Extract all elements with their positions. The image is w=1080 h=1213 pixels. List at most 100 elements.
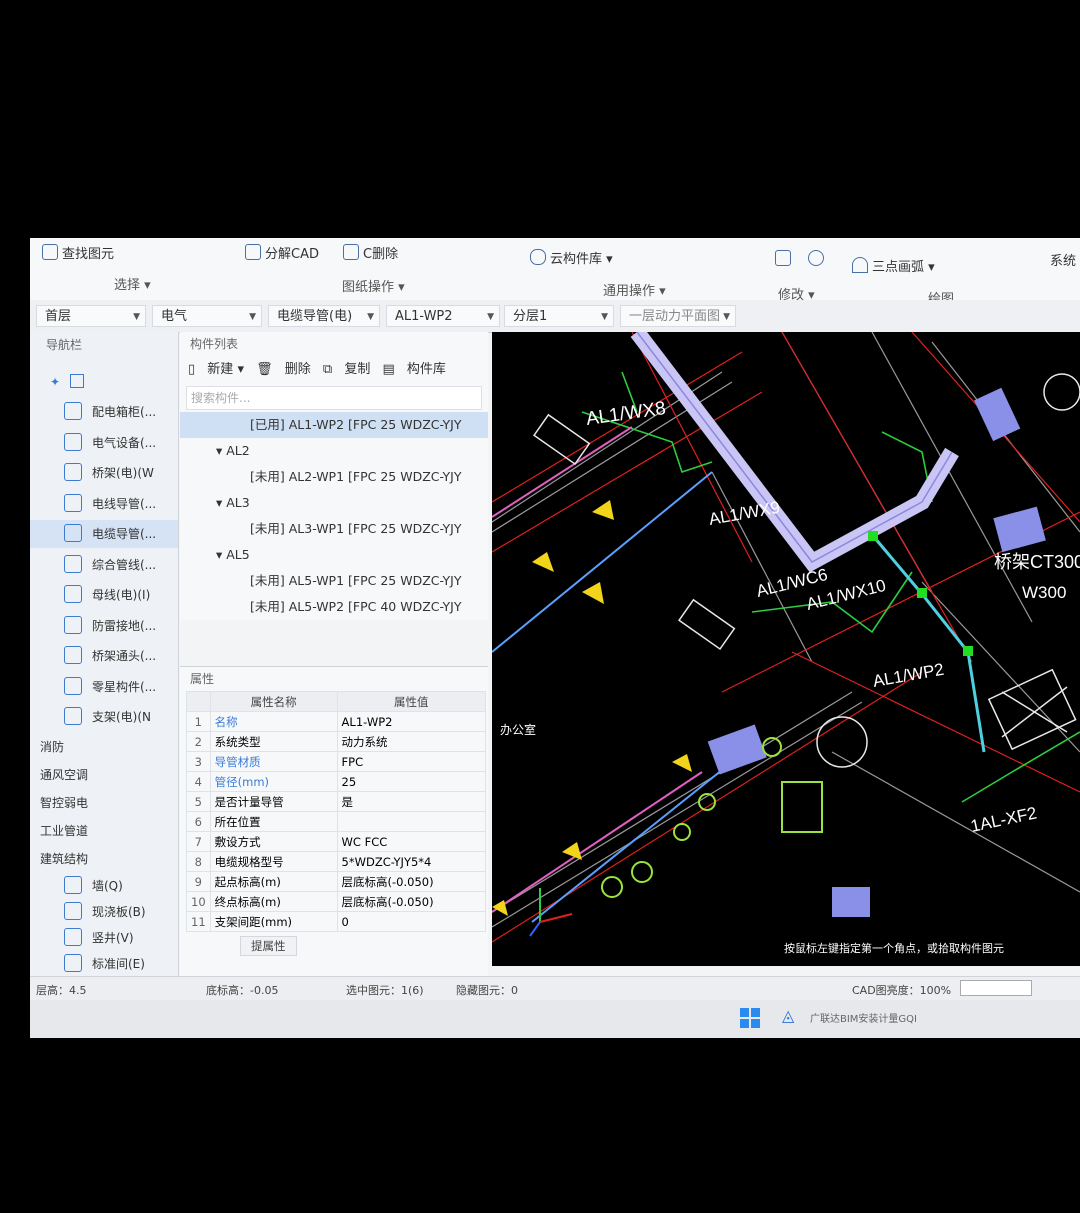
app-taskbar-icon[interactable]: ◬: [782, 1006, 794, 1025]
property-value[interactable]: [336, 811, 487, 832]
sidebar-subitem[interactable]: 标准间(E): [30, 950, 178, 978]
tree-group[interactable]: ▾ AL3: [180, 490, 488, 516]
property-row[interactable]: 1 名称 AL1-WP2: [186, 711, 487, 732]
nav-category[interactable]: 工业管道: [30, 818, 178, 844]
plan-select[interactable]: 一层动力平面图 ▼: [620, 305, 736, 327]
tree-group[interactable]: ▾ AL5: [180, 542, 488, 568]
chevron-down-icon: ▼: [367, 312, 374, 322]
property-value[interactable]: 层底标高(-0.050): [336, 871, 487, 892]
property-value[interactable]: WC FCC: [336, 831, 487, 852]
tree-item[interactable]: [未用] AL5-WP1 [FPC 25 WDZC-YJY: [180, 568, 488, 594]
library-button[interactable]: ▤ 构件库: [383, 362, 446, 377]
sidebar-item[interactable]: 综合管线(...: [30, 551, 178, 579]
component-type-icon: [64, 524, 82, 542]
selected-conduit-al1-wp2[interactable]: [872, 536, 986, 753]
sidebar-item[interactable]: 电气设备(...: [30, 429, 178, 457]
sidebar-item[interactable]: 母线(电)(I): [30, 581, 178, 609]
floor-select[interactable]: 首层 ▼: [36, 305, 146, 327]
c-delete-button[interactable]: C删除: [343, 243, 398, 262]
expand-arrow-icon[interactable]: ▾: [216, 547, 226, 562]
component-type-select[interactable]: 电缆导管(电) ▼: [268, 305, 380, 327]
property-name: 起点标高(m): [209, 871, 338, 892]
decompose-cad-button[interactable]: 分解CAD: [245, 243, 319, 262]
chevron-down-icon: ▼: [249, 312, 256, 322]
sidebar-item[interactable]: 零星构件(...: [30, 673, 178, 701]
sidebar-item[interactable]: 桥架通头(...: [30, 642, 178, 670]
rotate-icon-button[interactable]: [808, 250, 828, 268]
grip-point[interactable]: [917, 588, 927, 598]
property-row[interactable]: 10 终点标高(m) 层底标高(-0.050): [186, 891, 487, 912]
property-name: 电缆规格型号: [209, 851, 338, 872]
expand-arrow-icon[interactable]: ▾: [216, 443, 226, 458]
three-point-arc-button[interactable]: 三点画弧 ▾: [852, 256, 935, 275]
new-button[interactable]: ▯ 新建 ▾: [188, 362, 244, 377]
taskbar-app-label[interactable]: 广联达BIM安装计量GQI: [810, 1010, 917, 1025]
sidebar-subitem[interactable]: 竖井(V): [30, 924, 178, 952]
component-search-input[interactable]: 搜索构件...: [186, 386, 482, 410]
property-row[interactable]: 2 系统类型 动力系统: [186, 731, 487, 752]
drawing-ops-group[interactable]: 图纸操作 ▾: [342, 276, 405, 295]
extract-properties-button[interactable]: 提属性: [240, 936, 297, 956]
brightness-slider[interactable]: [960, 980, 1032, 996]
property-value[interactable]: FPC: [336, 751, 487, 772]
property-value[interactable]: 0: [336, 911, 487, 932]
grip-point[interactable]: [963, 646, 973, 656]
layer-select[interactable]: 分层1 ▼: [504, 305, 614, 327]
copy-button[interactable]: ⧉ 复制: [323, 362, 370, 377]
sidebar-item[interactable]: 支架(电)(N: [30, 703, 178, 731]
decompose-icon: [245, 244, 261, 260]
sidebar-subitem-label: 现浇板(B): [92, 905, 146, 919]
property-row[interactable]: 7 敷设方式 WC FCC: [186, 831, 487, 852]
pin-icon[interactable]: ✦: [50, 375, 60, 389]
property-row[interactable]: 4 管径(mm) 25: [186, 771, 487, 792]
delete-button[interactable]: 🗑 删除: [256, 362, 311, 377]
col-value-header: 属性值: [336, 691, 487, 712]
nav-category[interactable]: 建筑结构: [30, 846, 178, 872]
property-row[interactable]: 3 导管材质 FPC: [186, 751, 487, 772]
property-value[interactable]: AL1-WP2: [336, 711, 487, 732]
sidebar-item[interactable]: 电缆导管(...: [30, 520, 178, 548]
cad-drawing[interactable]: AL1/WX8 AL1/WX9 AL1/WC6 AL1/WX10 AL1/WP2…: [491, 327, 1080, 966]
system-button[interactable]: 系统: [1050, 250, 1076, 269]
grip-point[interactable]: [868, 531, 878, 541]
property-row[interactable]: 8 电缆规格型号 5*WDZC-YJY5*4: [186, 851, 487, 872]
delete-icon-button[interactable]: [775, 250, 795, 268]
component-select[interactable]: AL1-WP2 ▼: [386, 305, 500, 327]
property-value[interactable]: 是: [336, 791, 487, 812]
sidebar-item[interactable]: 配电箱柜(...: [30, 398, 178, 426]
cad-canvas[interactable]: AL1/WX8 AL1/WX9 AL1/WC6 AL1/WX10 AL1/WP2…: [491, 327, 1080, 966]
windows-start-icon[interactable]: [740, 1008, 760, 1028]
tree-item[interactable]: [未用] AL5-WP2 [FPC 40 WDZC-YJY: [180, 594, 488, 620]
property-value[interactable]: 层底标高(-0.050): [336, 891, 487, 912]
sidebar-item-label: 桥架通头(...: [92, 649, 157, 663]
expand-arrow-icon[interactable]: ▾: [216, 495, 226, 510]
sidebar-subitem[interactable]: 现浇板(B): [30, 898, 178, 926]
tree-group[interactable]: ▾ AL2: [180, 438, 488, 464]
sidebar-item[interactable]: 电线导管(...: [30, 490, 178, 518]
nav-category[interactable]: 消防: [30, 734, 178, 760]
tree-item[interactable]: [已用] AL1-WP2 [FPC 25 WDZC-YJY: [180, 412, 488, 438]
property-row[interactable]: 5 是否计量导管是: [186, 791, 487, 812]
sidebar-subitem[interactable]: 墙(Q): [30, 872, 178, 900]
sidebar-item-label: 电缆导管(...: [92, 527, 157, 541]
property-row[interactable]: 9 起点标高(m) 层底标高(-0.050): [186, 871, 487, 892]
structure-icon: [64, 954, 82, 972]
property-row[interactable]: 6 所在位置: [186, 811, 487, 832]
tree-item[interactable]: [未用] AL2-WP1 [FPC 25 WDZC-YJY: [180, 464, 488, 490]
cable-tray[interactable]: [630, 327, 959, 573]
cloud-library-button[interactable]: 云构件库 ▾: [530, 248, 613, 267]
property-value[interactable]: 5*WDZC-YJY5*4: [336, 851, 487, 872]
sidebar-item[interactable]: 防雷接地(...: [30, 612, 178, 640]
general-ops-group[interactable]: 通用操作 ▾: [603, 280, 666, 299]
nav-category[interactable]: 通风空调: [30, 762, 178, 788]
edit-icon[interactable]: [70, 374, 85, 388]
property-value[interactable]: 25: [336, 771, 487, 792]
nav-category[interactable]: 智控弱电: [30, 790, 178, 816]
find-element-button[interactable]: 查找图元: [42, 243, 114, 262]
sidebar-item[interactable]: 桥架(电)(W: [30, 459, 178, 487]
property-value[interactable]: 动力系统: [336, 731, 487, 752]
discipline-select[interactable]: 电气 ▼: [152, 305, 262, 327]
select-group[interactable]: 选择 ▾: [114, 274, 151, 293]
property-row[interactable]: 11 支架间距(mm) 0: [186, 911, 487, 932]
tree-item[interactable]: [未用] AL3-WP1 [FPC 25 WDZC-YJY: [180, 516, 488, 542]
